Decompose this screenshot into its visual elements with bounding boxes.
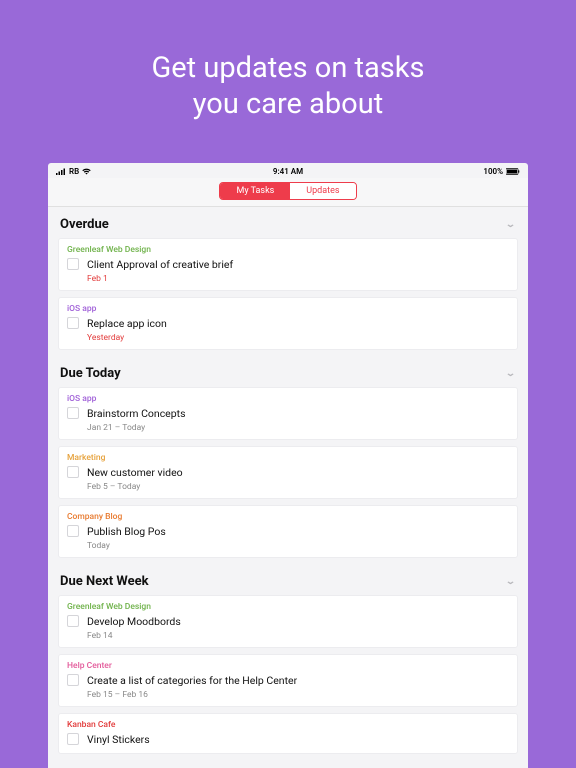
task-row: Publish Blog Pos: [67, 523, 509, 539]
chevron-down-icon: ⌄: [505, 219, 516, 230]
task-date: Yesterday: [87, 333, 509, 343]
task-checkbox[interactable]: [67, 615, 79, 627]
task-checkbox[interactable]: [67, 674, 79, 686]
task-title: Create a list of categories for the Help…: [87, 674, 297, 687]
chevron-down-icon: ⌄: [505, 368, 516, 379]
promo-headline: Get updates on tasks you care about: [152, 50, 425, 123]
device-frame: RB 9:41 AM 100% My Tasks Updates Overdue…: [48, 163, 528, 768]
task-date: Feb 5 – Today: [87, 482, 509, 492]
tab-updates[interactable]: Updates: [290, 183, 355, 199]
section-header[interactable]: Due Today ⌄: [48, 356, 528, 387]
section-header[interactable]: Due Next Week ⌄: [48, 564, 528, 595]
signal-icon: [56, 168, 66, 175]
section-title: Due Next Week: [60, 574, 149, 589]
task-date: Feb 1: [87, 274, 509, 284]
task-title: Brainstorm Concepts: [87, 407, 186, 420]
task-card[interactable]: Company Blog Publish Blog Pos Today: [58, 505, 518, 558]
battery-percent: 100%: [483, 167, 503, 176]
task-card[interactable]: Greenleaf Web Design Client Approval of c…: [58, 238, 518, 291]
battery-icon: [506, 168, 520, 175]
task-row: Client Approval of creative brief: [67, 256, 509, 272]
task-row: Develop Moodbords: [67, 613, 509, 629]
task-card[interactable]: Greenleaf Web Design Develop Moodbords Feb…: [58, 595, 518, 648]
task-title: Vinyl Stickers: [87, 733, 150, 746]
task-date: Feb 15 – Feb 16: [87, 690, 509, 700]
carrier-label: RB: [69, 167, 79, 176]
task-card[interactable]: Help Center Create a list of categories f…: [58, 654, 518, 707]
task-checkbox[interactable]: [67, 466, 79, 478]
section-header[interactable]: Overdue ⌄: [48, 207, 528, 238]
project-label: Company Blog: [67, 512, 509, 522]
task-list[interactable]: Overdue ⌄ Greenleaf Web Design Client Appro…: [48, 207, 528, 768]
task-checkbox[interactable]: [67, 407, 79, 419]
task-title: Publish Blog Pos: [87, 525, 166, 538]
task-date: Feb 14: [87, 631, 509, 641]
task-title: New customer video: [87, 466, 183, 479]
project-label: iOS app: [67, 304, 509, 314]
task-title: Develop Moodbords: [87, 615, 181, 628]
chevron-down-icon: ⌄: [505, 576, 516, 587]
task-checkbox[interactable]: [67, 258, 79, 270]
task-row: Vinyl Stickers: [67, 731, 509, 747]
task-checkbox[interactable]: [67, 525, 79, 537]
task-row: New customer video: [67, 464, 509, 480]
status-bar: RB 9:41 AM 100%: [48, 163, 528, 178]
task-date: Today: [87, 541, 509, 551]
task-card[interactable]: Marketing New customer video Feb 5 – Today: [58, 446, 518, 499]
project-label: Greenleaf Web Design: [67, 602, 509, 612]
task-card[interactable]: Kanban Cafe Vinyl Stickers: [58, 713, 518, 754]
tab-my-tasks[interactable]: My Tasks: [220, 183, 290, 199]
task-title: Client Approval of creative brief: [87, 258, 233, 271]
project-label: Marketing: [67, 453, 509, 463]
clock: 9:41 AM: [273, 167, 303, 176]
project-label: Greenleaf Web Design: [67, 245, 509, 255]
project-label: Help Center: [67, 661, 509, 671]
project-label: iOS app: [67, 394, 509, 404]
task-card[interactable]: iOS app Replace app icon Yesterday: [58, 297, 518, 350]
task-row: Replace app icon: [67, 315, 509, 331]
wifi-icon: [82, 168, 91, 175]
tab-bar: My Tasks Updates: [48, 178, 528, 207]
task-checkbox[interactable]: [67, 733, 79, 745]
section-title: Due Today: [60, 366, 121, 381]
task-date: Jan 21 – Today: [87, 423, 509, 433]
task-row: Brainstorm Concepts: [67, 405, 509, 421]
task-checkbox[interactable]: [67, 317, 79, 329]
section-title: Overdue: [60, 217, 109, 232]
project-label: Kanban Cafe: [67, 720, 509, 730]
segmented-control: My Tasks Updates: [219, 182, 356, 200]
task-title: Replace app icon: [87, 317, 167, 330]
task-row: Create a list of categories for the Help…: [67, 672, 509, 688]
task-card[interactable]: iOS app Brainstorm Concepts Jan 21 – Today: [58, 387, 518, 440]
